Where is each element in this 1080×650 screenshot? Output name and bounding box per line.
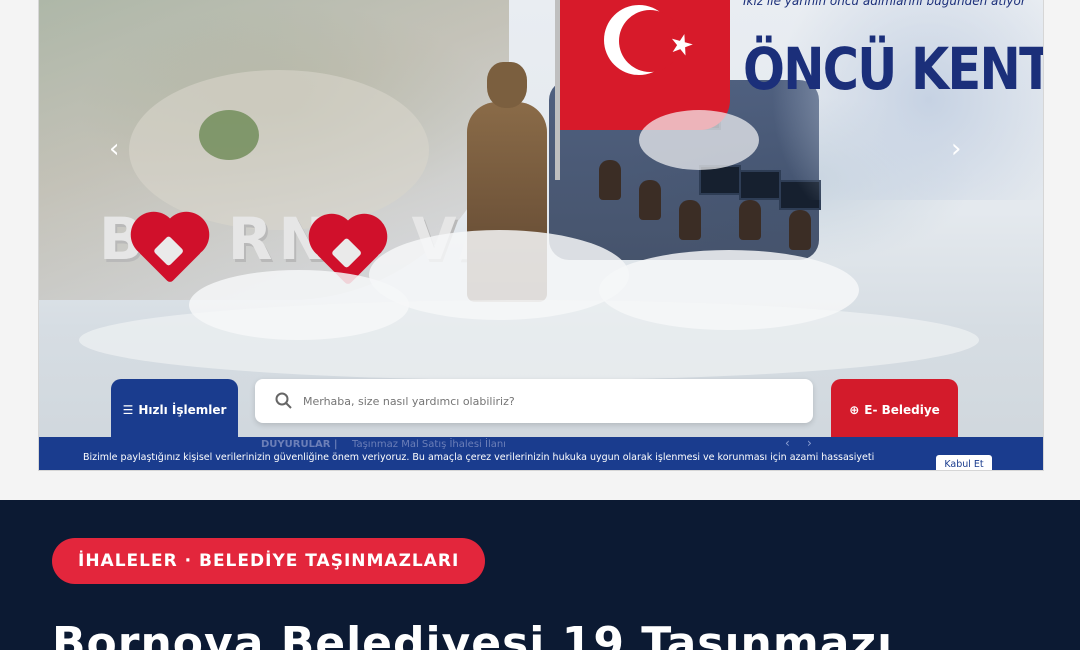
website-screenshot: B RN VA ★ İkiz ile yarının öncü adımları… [38,0,1044,471]
hero-banner-image: B RN VA ★ İkiz ile yarının öncü adımları… [39,0,1043,470]
globe-icon: ⊕ [849,403,860,417]
next-slide-arrow[interactable]: › [951,136,961,162]
search-input[interactable] [301,393,785,409]
brand-tagline: İkiz ile yarının öncü adımlarını bugünde… [743,0,1026,8]
cookie-notice-text: Bizimle paylaştığınız kişisel verilerini… [83,452,875,463]
announcement-label: DUYURULAR | [261,439,338,450]
quick-actions-label: Hızlı İşlemler [138,403,227,417]
search-icon [267,392,301,410]
article-header: İHALELER · BELEDİYE TAŞINMAZLARI Bornova… [0,500,1080,650]
quick-actions-button[interactable]: ☰ Hızlı İşlemler [111,379,238,441]
e-belediye-button[interactable]: ⊕ E- Belediye [831,379,958,441]
category-badge[interactable]: İHALELER · BELEDİYE TAŞINMAZLARI [52,538,486,584]
trees [199,110,259,160]
e-belediye-label: E- Belediye [864,403,940,417]
announcement-text[interactable]: Taşınmaz Mal Satış İhalesi İlanı [352,439,506,450]
announcement-next-icon[interactable]: › [807,436,812,450]
brand-title: ÖNCÜ KENT [743,35,1044,103]
prev-slide-arrow[interactable]: ‹ [109,136,119,162]
menu-icon: ☰ [122,403,134,417]
search-box[interactable] [255,379,813,423]
article-headline: Bornova Belediyesi 19 Taşınmazı [52,618,894,650]
cookie-accept-button[interactable]: Kabul Et [936,455,992,470]
announcement-prev-icon[interactable]: ‹ [785,436,790,450]
